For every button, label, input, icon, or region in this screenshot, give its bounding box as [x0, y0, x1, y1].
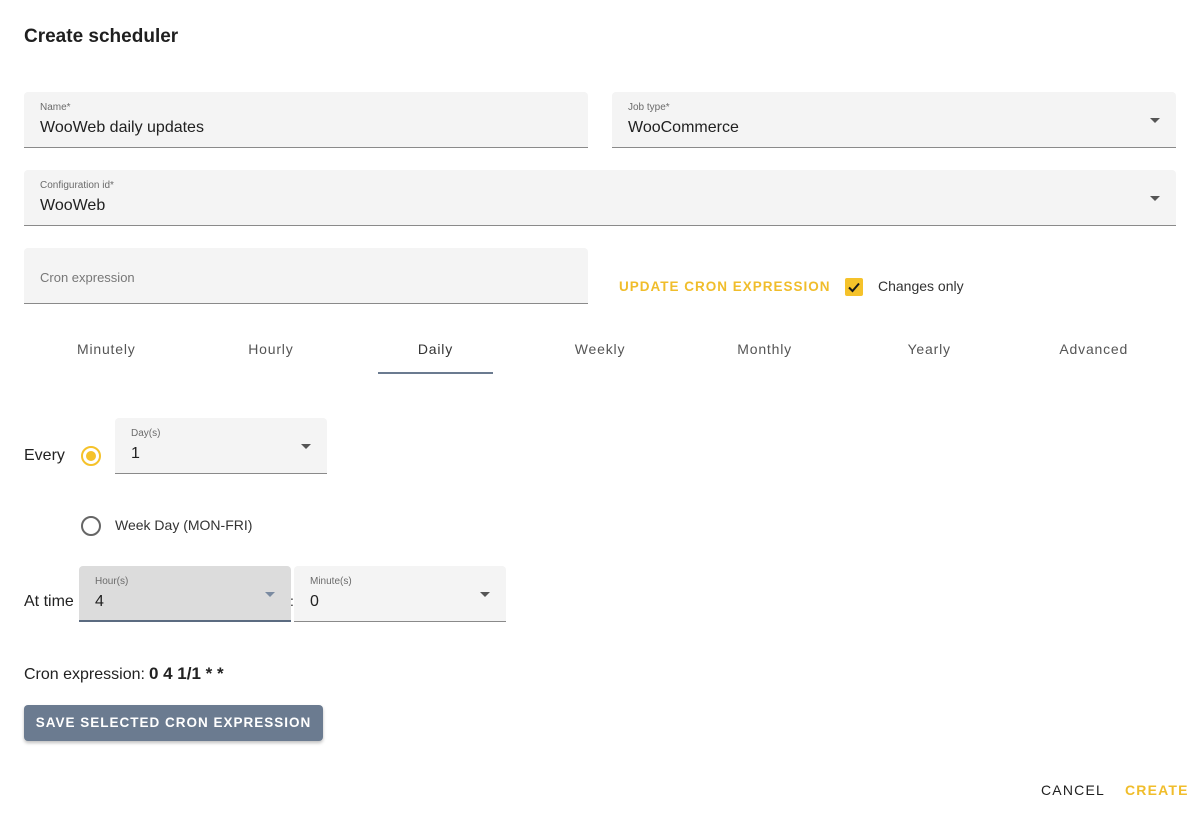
- dialog-title: Create scheduler: [24, 26, 179, 47]
- weekday-radio[interactable]: [81, 516, 101, 536]
- name-field-value: WooWeb daily updates: [40, 119, 204, 136]
- tab-hourly[interactable]: Hourly: [189, 326, 354, 374]
- tab-weekly[interactable]: Weekly: [518, 326, 683, 374]
- dropdown-caret-icon: [1150, 118, 1160, 123]
- days-select[interactable]: Day(s) 1: [115, 418, 327, 474]
- cancel-button[interactable]: CANCEL: [1041, 782, 1105, 798]
- every-label: Every: [24, 447, 65, 464]
- minutes-select[interactable]: Minute(s) 0: [294, 566, 506, 622]
- frequency-tabs: Minutely Hourly Daily Weekly Monthly Yea…: [24, 326, 1176, 374]
- tab-minutely[interactable]: Minutely: [24, 326, 189, 374]
- checkmark-icon: [848, 282, 860, 293]
- tab-daily[interactable]: Daily: [353, 326, 518, 374]
- dropdown-caret-icon: [301, 444, 311, 449]
- weekday-label: Week Day (MON-FRI): [115, 517, 253, 533]
- job-type-label: Job type*: [628, 102, 670, 113]
- job-type-value: WooCommerce: [628, 119, 739, 136]
- every-days-radio[interactable]: [81, 446, 101, 466]
- dropdown-caret-icon: [265, 592, 275, 597]
- configuration-id-label: Configuration id*: [40, 180, 114, 191]
- days-value: 1: [131, 445, 140, 462]
- cron-expression-value: 0 4 1/1 * *: [148, 664, 224, 683]
- cron-expression-display: Cron expression: 0 4 1/1 * *: [24, 664, 224, 684]
- hours-select[interactable]: Hour(s) 4: [79, 566, 291, 622]
- configuration-id-value: WooWeb: [40, 197, 106, 214]
- update-cron-expression-button[interactable]: UPDATE CRON EXPRESSION: [619, 279, 831, 294]
- cron-expression-placeholder: Cron expression: [40, 270, 135, 285]
- name-field[interactable]: Name* WooWeb daily updates: [24, 92, 588, 148]
- dropdown-caret-icon: [1150, 196, 1160, 201]
- hours-value: 4: [95, 593, 104, 610]
- minutes-value: 0: [310, 593, 319, 610]
- at-time-label: At time: [24, 593, 74, 610]
- configuration-id-select[interactable]: Configuration id* WooWeb: [24, 170, 1176, 226]
- cron-expression-label: Cron expression:: [24, 666, 145, 683]
- days-label: Day(s): [131, 428, 161, 439]
- tab-advanced[interactable]: Advanced: [1011, 326, 1176, 374]
- create-button[interactable]: CREATE: [1125, 782, 1189, 798]
- tab-yearly[interactable]: Yearly: [847, 326, 1012, 374]
- hours-label: Hour(s): [95, 576, 129, 587]
- name-field-label: Name*: [40, 102, 71, 113]
- dropdown-caret-icon: [480, 592, 490, 597]
- tab-monthly[interactable]: Monthly: [682, 326, 847, 374]
- changes-only-checkbox[interactable]: [845, 278, 863, 296]
- save-cron-expression-button[interactable]: SAVE SELECTED CRON EXPRESSION: [24, 705, 323, 741]
- job-type-select[interactable]: Job type* WooCommerce: [612, 92, 1176, 148]
- minutes-label: Minute(s): [310, 576, 352, 587]
- cron-expression-input[interactable]: Cron expression: [24, 248, 588, 304]
- changes-only-label: Changes only: [878, 278, 964, 294]
